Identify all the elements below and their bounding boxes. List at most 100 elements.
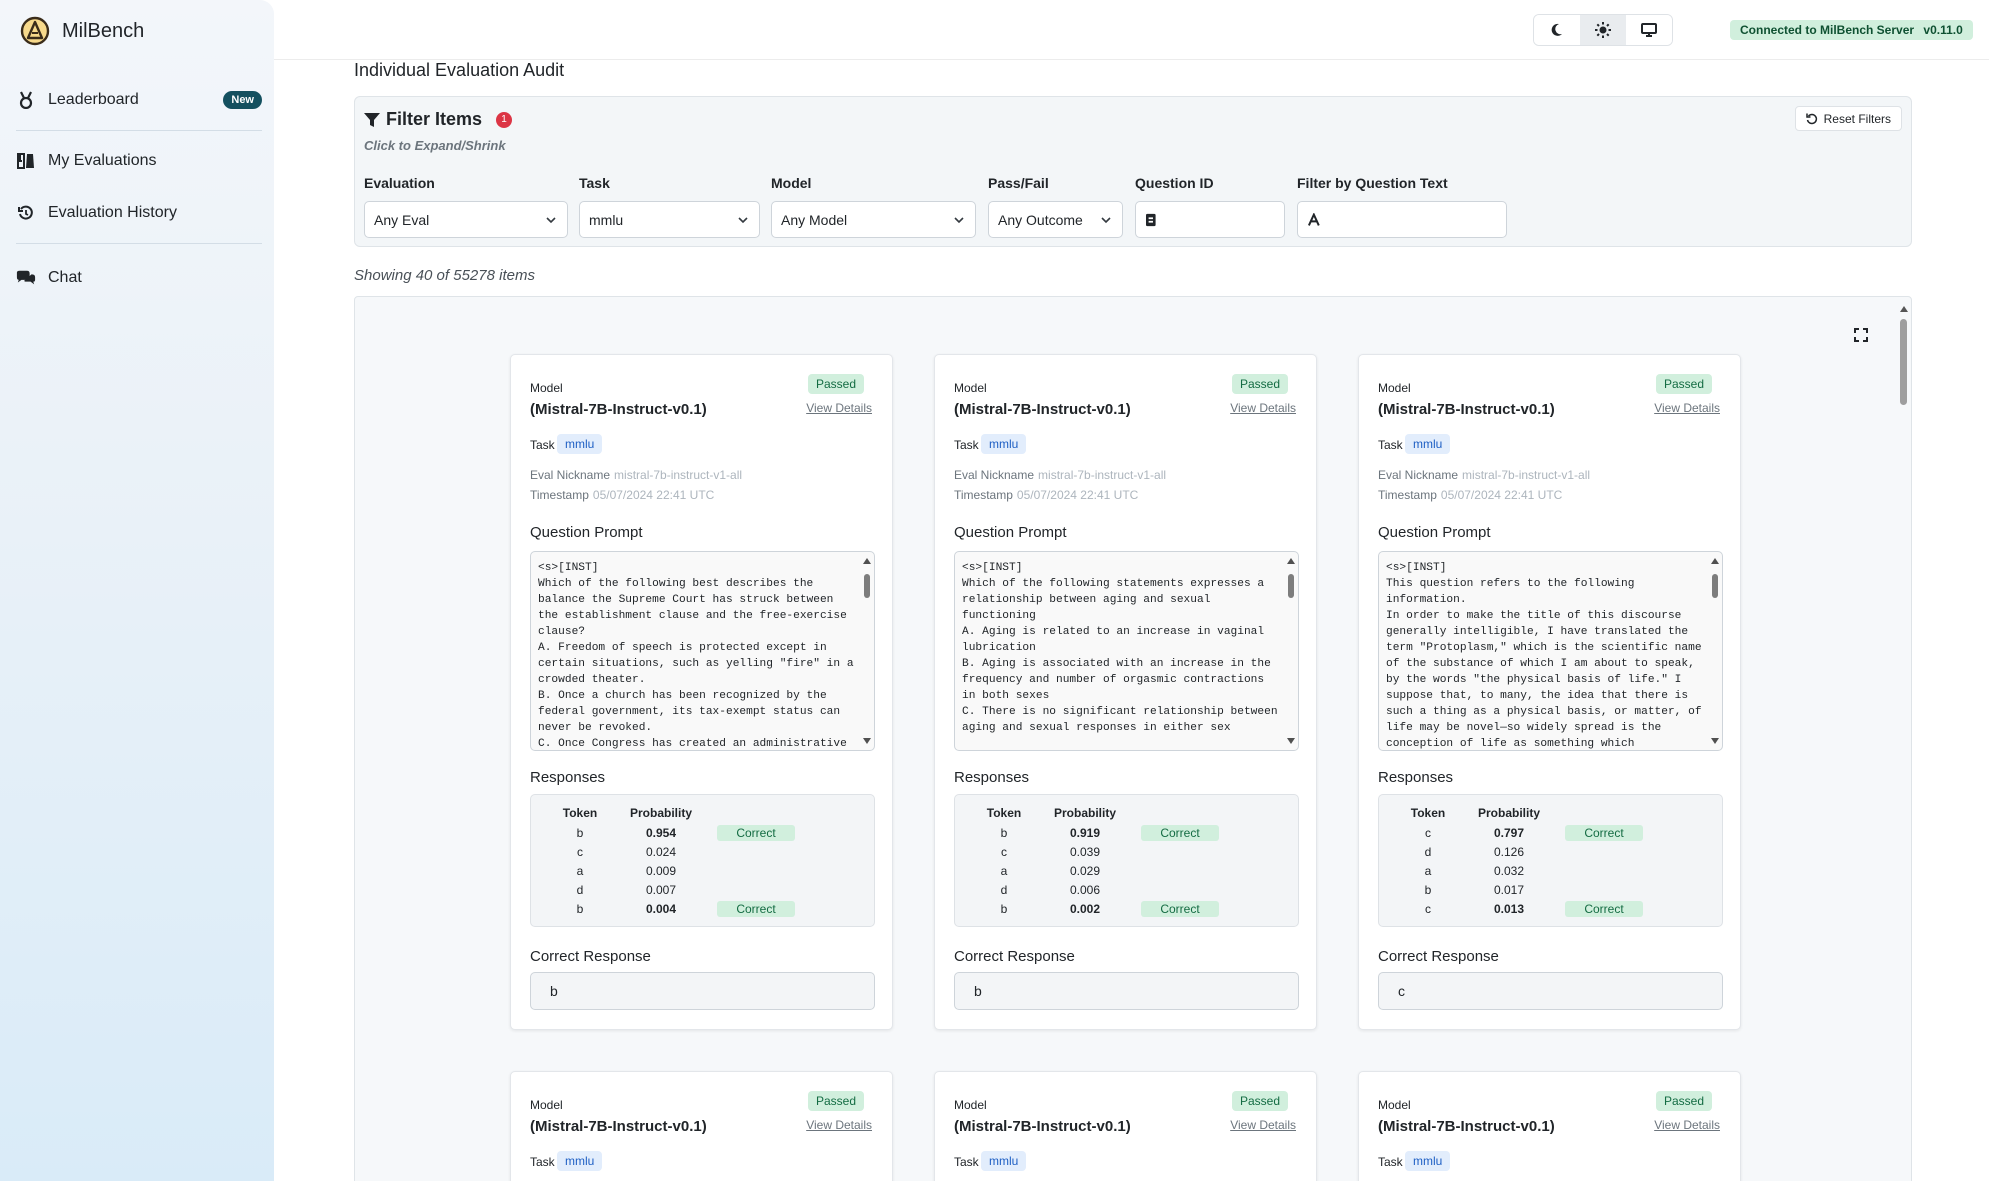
response-token: c (1001, 844, 1007, 859)
timestamp-label: Timestamp (530, 488, 589, 502)
scroll-down-icon[interactable] (863, 738, 871, 744)
question-text-input[interactable] (1327, 211, 1506, 228)
model-label: Model (1378, 381, 1411, 395)
status-badge: Passed (1655, 374, 1712, 394)
response-probability: 0.919 (1069, 825, 1101, 840)
prompt-scrollbar[interactable] (1284, 552, 1298, 750)
correct-response-value: b (530, 972, 875, 1010)
model-select[interactable]: Any Model (771, 201, 976, 238)
question-prompt-box[interactable]: <s>[INST] Which of the following best de… (530, 551, 875, 751)
system-theme-button[interactable] (1626, 15, 1672, 45)
response-token: b (576, 901, 584, 916)
view-details-link[interactable]: View Details (1654, 1118, 1720, 1132)
response-mark-cell: Correct (1125, 823, 1235, 842)
view-details-link[interactable]: View Details (806, 1118, 872, 1132)
question-prompt-box[interactable]: <s>[INST] Which of the following stateme… (954, 551, 1299, 751)
scrollbar-thumb[interactable] (1900, 319, 1907, 405)
response-mark-cell (1125, 842, 1235, 861)
filter-toggle[interactable]: Filter Items 1 (364, 109, 513, 130)
scrollbar-thumb[interactable] (864, 574, 870, 598)
pass-fail-select-value: Any Outcome (998, 211, 1083, 228)
timestamp: Timestamp 05/07/2024 22:41 UTC (1378, 488, 1562, 502)
eval-nickname-value: mistral-7b-instruct-v1-all (1038, 468, 1167, 482)
scroll-up-icon[interactable] (863, 558, 871, 564)
responses-box: Token Probability c 0.797 Correct d 0.126 a 0.… (1378, 794, 1723, 927)
response-probability: 0.009 (645, 863, 677, 878)
correct-response-heading: Correct Response (530, 948, 651, 965)
view-details-link[interactable]: View Details (1230, 1118, 1296, 1132)
sidebar-item-chat[interactable]: Chat (16, 258, 262, 298)
status-badge: Passed (807, 1091, 864, 1111)
response-probability: 0.017 (1493, 882, 1525, 897)
correct-response-value: b (954, 972, 1299, 1010)
dark-theme-button[interactable] (1534, 15, 1580, 45)
model-label: Model (954, 1098, 987, 1112)
question-prompt-box[interactable]: <s>[INST] This question refers to the fo… (1378, 551, 1723, 751)
response-row: b 0.919 Correct (963, 823, 1235, 842)
mark-header (1125, 803, 1235, 823)
view-details-link[interactable]: View Details (1230, 401, 1296, 415)
response-token: b (1000, 825, 1008, 840)
eval-nickname-label: Eval Nickname (1378, 468, 1459, 482)
view-details-link[interactable]: View Details (1654, 401, 1720, 415)
task-badge: mmlu (981, 434, 1027, 454)
prompt-scrollbar[interactable] (860, 552, 874, 750)
active-filter-count: 1 (496, 111, 513, 128)
timestamp-value: 05/07/2024 22:41 UTC (1016, 488, 1139, 502)
model-label: Model (1378, 1098, 1411, 1112)
id-card-icon (1146, 213, 1156, 226)
sidebar-item-evaluation-history[interactable]: Evaluation History (16, 193, 262, 233)
scrollbar-thumb[interactable] (1712, 574, 1718, 598)
response-token: c (1425, 901, 1431, 916)
response-probability: 0.797 (1493, 825, 1525, 840)
response-probability: 0.954 (645, 825, 677, 840)
view-details-link[interactable]: View Details (806, 401, 872, 415)
response-row: a 0.029 (963, 861, 1235, 880)
sidebar-item-label: Chat (48, 269, 82, 286)
scroll-up-icon[interactable] (1711, 558, 1719, 564)
scroll-down-icon[interactable] (1287, 738, 1295, 744)
response-mark-cell: Correct (1549, 899, 1659, 918)
scroll-up-icon[interactable] (1900, 306, 1908, 312)
question-id-input[interactable] (1163, 211, 1284, 228)
desktop-icon (1641, 23, 1657, 37)
fullscreen-icon[interactable] (1854, 328, 1868, 342)
status-badge: Passed (1231, 1091, 1288, 1111)
pass-fail-select[interactable]: Any Outcome (988, 201, 1123, 238)
mark-header (1549, 803, 1659, 823)
model-name: (Mistral-7B-Instruct-v0.1) (954, 1118, 1131, 1135)
question-prompt-heading: Question Prompt (954, 524, 1067, 541)
version-text: v0.11.0 (1923, 23, 1963, 37)
response-probability: 0.013 (1493, 901, 1525, 916)
light-theme-button[interactable] (1580, 15, 1626, 45)
question-id-field[interactable] (1135, 201, 1285, 238)
results-summary: Showing 40 of 55278 items (354, 267, 535, 284)
question-text-field[interactable] (1297, 201, 1507, 238)
evaluation-select[interactable]: Any Eval (364, 201, 568, 238)
question-text-filter-label: Filter by Question Text (1297, 175, 1448, 191)
response-probability: 0.002 (1069, 901, 1101, 916)
sidebar-item-my-evaluations[interactable]: My Evaluations (16, 141, 262, 181)
scroll-up-icon[interactable] (1287, 558, 1295, 564)
response-row: a 0.009 (539, 861, 811, 880)
prompt-scrollbar[interactable] (1708, 552, 1722, 750)
medal-icon (16, 90, 36, 110)
sun-icon (1595, 22, 1611, 38)
question-prompt-heading: Question Prompt (530, 524, 643, 541)
results-scrollbar[interactable] (1897, 297, 1911, 1181)
response-mark-cell (1549, 880, 1659, 899)
sidebar-item-leaderboard[interactable]: Leaderboard New (16, 80, 262, 120)
brand[interactable]: MilBench (20, 16, 144, 46)
correct-badge: Correct (1141, 824, 1219, 841)
correct-badge: Correct (1565, 824, 1643, 841)
scrollbar-thumb[interactable] (1288, 574, 1294, 598)
task-badge: mmlu (557, 1151, 603, 1171)
model-name: (Mistral-7B-Instruct-v0.1) (1378, 1118, 1555, 1135)
reset-filters-button[interactable]: Reset Filters (1794, 106, 1902, 131)
timestamp: Timestamp 05/07/2024 22:41 UTC (530, 488, 714, 502)
scroll-down-icon[interactable] (1711, 738, 1719, 744)
status-badge: Passed (1231, 374, 1288, 394)
task-select[interactable]: mmlu (579, 201, 760, 238)
responses-body: c 0.797 Correct d 0.126 a 0.032 b 0.017 c 0.013 Cor… (1387, 823, 1659, 918)
response-probability: 0.032 (1493, 863, 1525, 878)
